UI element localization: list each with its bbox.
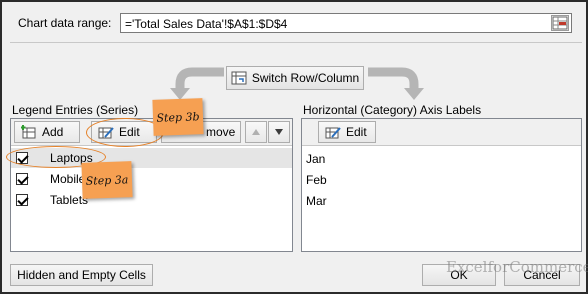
step-3b-note: Step 3b xyxy=(152,98,204,136)
move-down-icon xyxy=(275,129,283,135)
category-axis-panel: Edit Jan Feb Mar xyxy=(301,118,582,252)
chart-data-range-value: ='Total Sales Data'!$A$1:$D$4 xyxy=(125,17,288,31)
edit-table-icon xyxy=(325,127,341,139)
category-item: Jan xyxy=(306,152,326,166)
range-select-icon xyxy=(552,16,568,30)
switch-row-column-button[interactable]: Switch Row/Column xyxy=(226,66,364,90)
watermark: ExcelforCommerce xyxy=(446,258,588,276)
series-row-mobile[interactable]: Mobile xyxy=(11,169,292,189)
hidden-empty-cells-button[interactable]: Hidden and Empty Cells xyxy=(10,264,153,286)
category-item: Feb xyxy=(306,173,327,187)
edit-category-button[interactable]: Edit xyxy=(318,121,376,143)
step-3a-note: Step 3a xyxy=(81,161,133,199)
legend-entries-heading: Legend Entries (Series) xyxy=(12,103,139,117)
category-axis-heading: Horizontal (Category) Axis Labels xyxy=(303,103,482,117)
add-series-label: Add xyxy=(42,125,64,139)
move-up-button[interactable] xyxy=(245,121,267,143)
chart-data-range-input[interactable]: ='Total Sales Data'!$A$1:$D$4 xyxy=(120,13,572,33)
switch-table-icon xyxy=(231,71,247,85)
remove-series-label: move xyxy=(206,125,236,139)
move-up-icon xyxy=(252,129,260,135)
add-series-button[interactable]: Add xyxy=(14,121,80,143)
select-data-source-dialog: Chart data range: ='Total Sales Data'!$A… xyxy=(0,0,588,294)
category-item: Mar xyxy=(306,194,327,208)
move-down-button[interactable] xyxy=(268,121,290,143)
series-checkbox-tablets[interactable] xyxy=(16,194,28,206)
series-name: Mobile xyxy=(50,172,86,186)
series-row-tablets[interactable]: Tablets xyxy=(11,190,292,210)
series-checkbox-mobile[interactable] xyxy=(16,173,28,185)
collapse-dialog-button[interactable] xyxy=(551,15,569,31)
add-table-icon xyxy=(21,125,36,139)
chart-data-range-label: Chart data range: xyxy=(18,16,112,30)
edit-category-label: Edit xyxy=(346,125,367,139)
category-toolbar: Edit xyxy=(302,119,581,146)
separator xyxy=(10,42,582,43)
switch-row-column-label: Switch Row/Column xyxy=(251,71,360,85)
hidden-empty-cells-label: Hidden and Empty Cells xyxy=(17,268,146,282)
